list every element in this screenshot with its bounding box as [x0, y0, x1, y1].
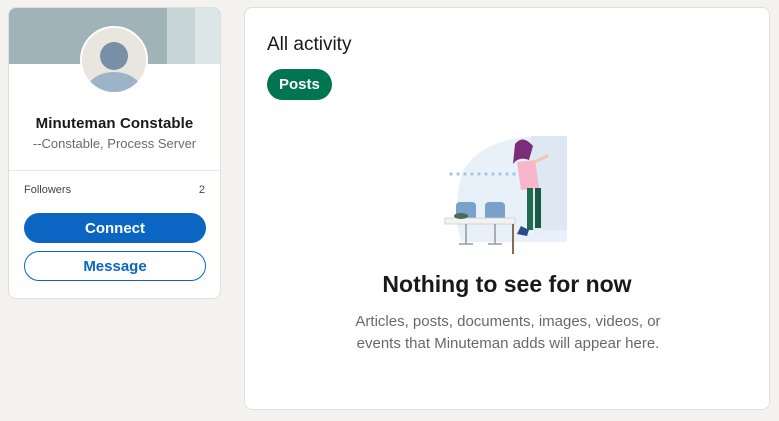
- banner-stripe: [195, 8, 220, 64]
- followers-row[interactable]: Followers 2: [24, 184, 205, 196]
- empty-office-illustration: [444, 136, 567, 254]
- message-button[interactable]: Message: [24, 251, 206, 281]
- followers-count: 2: [198, 184, 205, 196]
- activity-title: All activity: [267, 34, 352, 55]
- profile-card: Minuteman Constable --Constable, Process…: [8, 7, 221, 299]
- divider: [9, 170, 220, 171]
- posts-filter-pill[interactable]: Posts: [267, 69, 332, 100]
- activity-panel: All activity Posts Nothing to see for no…: [244, 7, 770, 410]
- profile-headline: --Constable, Process Server: [32, 136, 197, 151]
- connect-button[interactable]: Connect: [24, 213, 206, 243]
- empty-state-description: Articles, posts, documents, images, vide…: [355, 313, 661, 352]
- empty-state-title: Nothing to see for now: [382, 271, 632, 297]
- avatar[interactable]: [80, 26, 148, 94]
- followers-label: Followers: [24, 184, 72, 196]
- profile-name[interactable]: Minuteman Constable: [9, 115, 220, 132]
- default-person-avatar-icon: [82, 28, 146, 92]
